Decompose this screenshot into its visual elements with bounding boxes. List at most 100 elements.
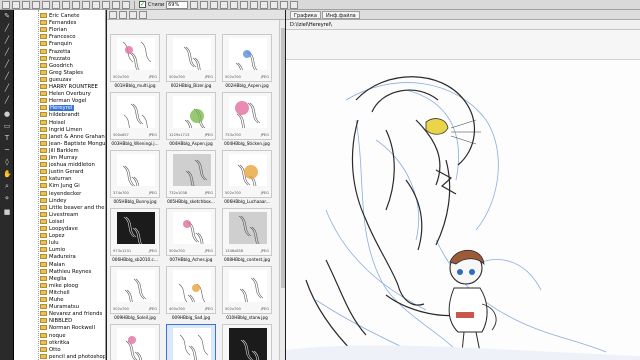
folder-icon: [40, 247, 47, 253]
fullscreen-icon[interactable]: [280, 0, 289, 9]
toolbar-divider: [134, 0, 135, 9]
smudge-icon[interactable]: ~: [3, 146, 11, 154]
folder-icon: [40, 105, 47, 111]
tab-graphics[interactable]: Графика: [290, 11, 321, 19]
zoom-out-icon[interactable]: [200, 0, 209, 9]
brush-icon[interactable]: ╱: [3, 24, 11, 32]
filter-icon[interactable]: [72, 0, 80, 9]
tree-item-label: Helen Overbury: [49, 91, 91, 98]
folder-icon: [40, 155, 47, 160]
sort-icon[interactable]: [112, 0, 120, 9]
thumbnail-image: [117, 270, 155, 302]
forward-icon[interactable]: [119, 10, 127, 19]
thumbnail[interactable]: 500x700 JPEG: [166, 34, 216, 82]
info-icon[interactable]: [290, 0, 299, 9]
thumbnail[interactable]: 502x700 JPEG: [110, 34, 160, 82]
thumbnail[interactable]: [222, 324, 272, 360]
thumbnail-image: [117, 212, 155, 244]
thumbnail[interactable]: 400x700 JPEG: [166, 266, 216, 314]
back-icon[interactable]: [109, 10, 117, 19]
thumbnail[interactable]: 502x700 JPEG: [110, 266, 160, 314]
thumbnail[interactable]: 500x700 JPEG: [166, 208, 216, 256]
thumbnail[interactable]: 374x700 JPEG: [110, 150, 160, 198]
brush-icon[interactable]: ╱: [3, 60, 11, 68]
thumbnail[interactable]: 732x1038 JPEG: [166, 150, 216, 198]
tab-file-info[interactable]: Инф.файла: [322, 11, 360, 19]
left-tool-strip: ✎ ╱ ╱ ╱ ╱ ╱ ╱ ╱ ● ▭ T ~ ◊ ✋ ⌕ ⋄ ■: [0, 10, 14, 360]
thumbnail-caption: 003HBblg_Wieningi.j...: [111, 141, 159, 146]
zoom-icon[interactable]: ⌕: [3, 182, 11, 190]
up-icon[interactable]: [129, 10, 137, 19]
browser-toolbar: [107, 10, 285, 20]
brush-icon[interactable]: ╱: [3, 72, 11, 80]
hand-icon[interactable]: ✋: [3, 170, 12, 178]
brush-icon[interactable]: ╱: [3, 48, 11, 56]
thumbnail[interactable]: 502x700 JPEG: [222, 266, 272, 314]
details-icon[interactable]: [102, 0, 110, 9]
tree-item-label: Hoisel: [49, 119, 66, 126]
open-icon[interactable]: [2, 0, 10, 9]
grid-icon[interactable]: [122, 0, 130, 9]
list-icon[interactable]: [92, 0, 100, 9]
fit-icon[interactable]: [210, 0, 219, 9]
tree-item-label: Frazetta: [49, 48, 71, 55]
tree-item-label: frezzato: [49, 55, 71, 62]
zoom-in-icon[interactable]: [190, 0, 199, 9]
tree-item-label: Fernandes: [49, 20, 77, 27]
thumbnail[interactable]: 1346x858 JPEG: [222, 208, 272, 256]
main-toolbar: ✓ Стили 69%: [0, 0, 640, 10]
save-icon[interactable]: [22, 0, 30, 9]
home-icon[interactable]: [139, 10, 147, 19]
tree-item-label: Loopydave: [49, 226, 78, 232]
drop-icon[interactable]: ●: [3, 110, 11, 118]
color-swatch-icon[interactable]: ■: [3, 208, 11, 216]
rotate-right-icon[interactable]: [230, 0, 239, 9]
slideshow-icon[interactable]: [270, 0, 279, 9]
browser-scrollbar[interactable]: [279, 20, 285, 360]
thumbnail[interactable]: 500x657 JPEG: [110, 92, 160, 140]
delete-icon[interactable]: [240, 0, 249, 9]
thumbnail[interactable]: 502x700 JPEG: [222, 150, 272, 198]
folder-icon: [40, 332, 47, 338]
transform-icon[interactable]: ◊: [3, 158, 11, 166]
eraser-icon[interactable]: ▭: [3, 122, 11, 130]
settings-icon[interactable]: [52, 0, 60, 9]
tree-item[interactable]: pencil and photoshop: [40, 353, 106, 360]
thumbnail[interactable]: 973x1231 JPEG: [110, 208, 160, 256]
pencil-icon[interactable]: ✎: [3, 12, 11, 20]
brush-icon[interactable]: ╱: [3, 84, 11, 92]
tree-item-label: Herman Vogel: [49, 98, 87, 105]
move-icon[interactable]: [260, 0, 269, 9]
zoom-field[interactable]: 69%: [166, 0, 189, 9]
folder-icon: [40, 55, 47, 61]
viewer-tabs: Графика Инф.файла: [286, 10, 640, 20]
eyedropper-icon[interactable]: ⋄: [3, 194, 11, 202]
tree-item-label: Meglia: [49, 275, 67, 282]
text-icon[interactable]: T: [3, 134, 11, 142]
styles-checkbox[interactable]: ✓: [139, 1, 146, 8]
tree-item-label: pencil and photoshop: [49, 353, 106, 360]
thumbnail[interactable]: [166, 324, 216, 360]
thumbnail[interactable]: [110, 324, 160, 360]
browser-scroll-thumb[interactable]: [281, 28, 285, 288]
thumbnail[interactable]: 1229x1713 JPEG: [166, 92, 216, 140]
refresh-icon[interactable]: [42, 0, 50, 9]
tree-item-label: Otto: [49, 346, 61, 353]
current-path[interactable]: D:\Iziel\Hereyrel\: [290, 21, 332, 29]
brush-icon[interactable]: ╱: [3, 36, 11, 44]
brush-icon[interactable]: ╱: [3, 96, 11, 104]
tree-item-label: Muhe: [49, 297, 64, 303]
thumbnails-icon[interactable]: [82, 0, 90, 9]
print-icon[interactable]: [32, 0, 40, 9]
tree-item-label: Lindey: [49, 197, 67, 204]
folder-icon[interactable]: [12, 0, 20, 9]
thumbnail[interactable]: 502x700 JPEG: [222, 34, 272, 82]
rotate-left-icon[interactable]: [220, 0, 229, 9]
copy-icon[interactable]: [250, 0, 259, 9]
sketch-illustration: [286, 76, 640, 360]
thumbnail[interactable]: 753x700 JPEG: [222, 92, 272, 140]
image-format: JPEG: [204, 249, 213, 253]
image-dimensions: 502x700: [113, 75, 129, 79]
tree-item-label: hildebrandt: [49, 112, 80, 119]
view-icon[interactable]: [62, 0, 70, 9]
